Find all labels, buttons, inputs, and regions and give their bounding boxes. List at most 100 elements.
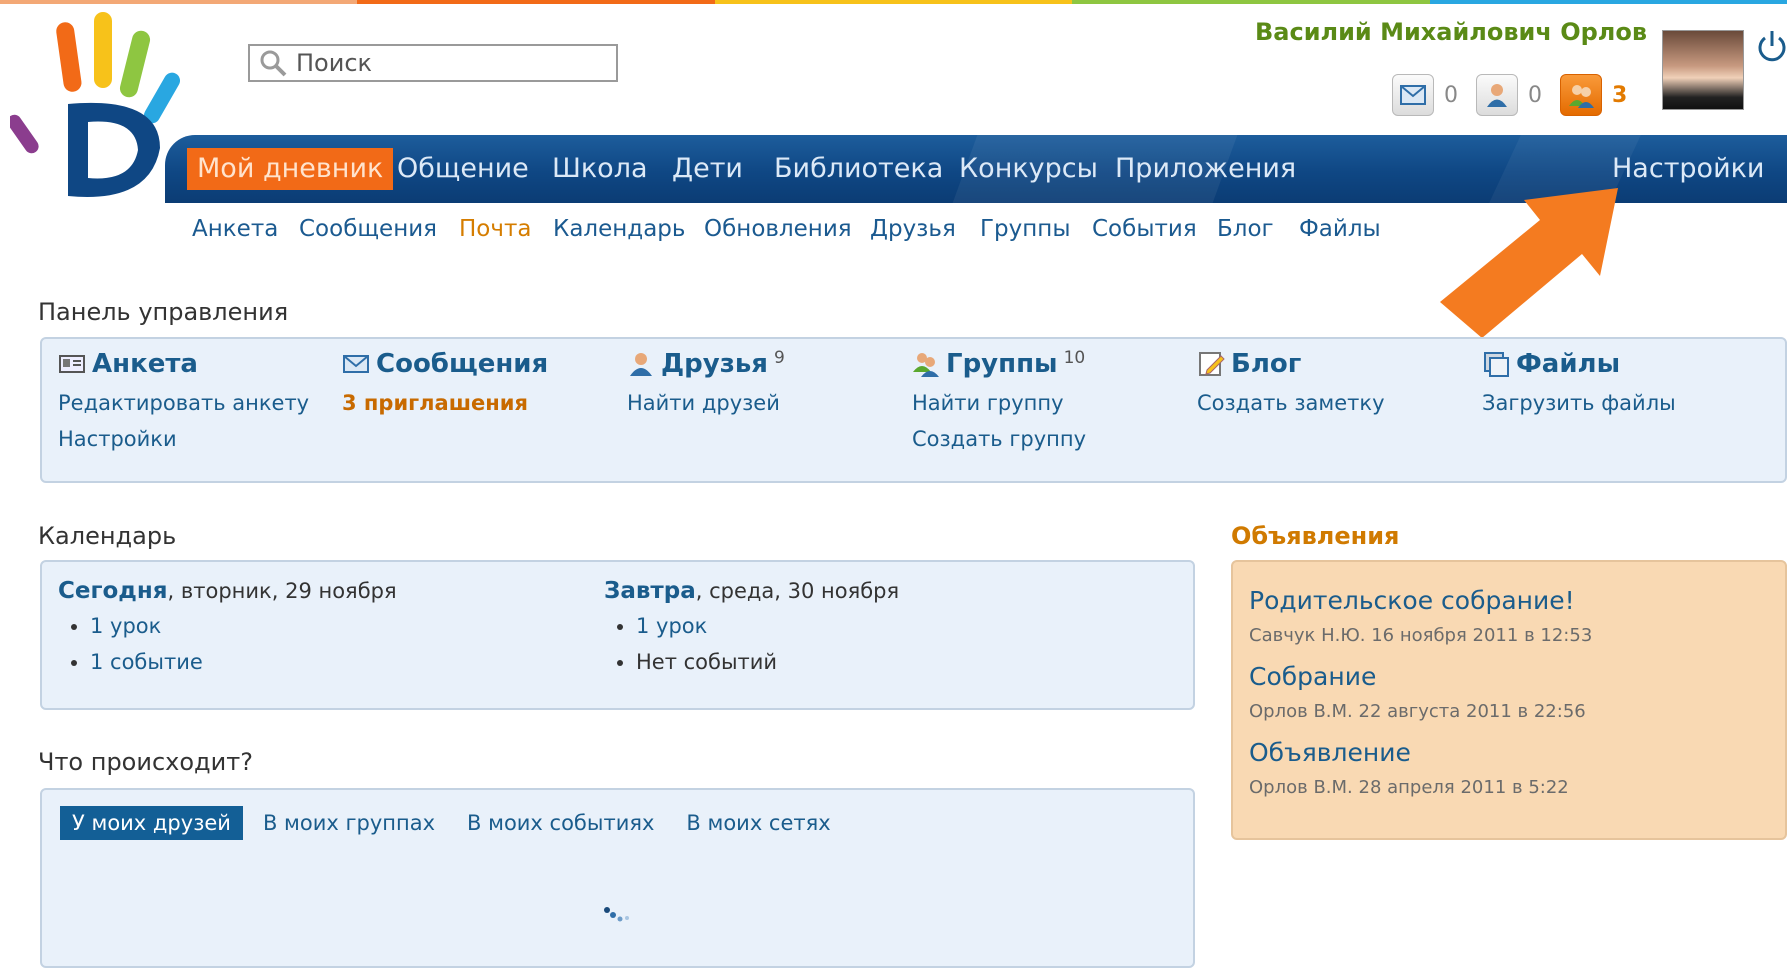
tab-my-groups[interactable]: В моих группах (263, 806, 435, 840)
envelope-icon (343, 355, 369, 373)
ad-item: Родительское собрание! Савчук Н.Ю. 16 но… (1249, 586, 1592, 646)
today-lessons-link[interactable]: 1 урок (90, 614, 161, 638)
create-group-link[interactable]: Создать группу (912, 427, 1086, 451)
tab-my-networks[interactable]: В моих сетях (686, 806, 830, 840)
cp-messages-title: Сообщения (376, 349, 549, 379)
subnav-updates[interactable]: Обновления (704, 216, 852, 242)
user-name[interactable]: Василий Михайлович Орлов (1255, 18, 1647, 46)
cp-blog-heading[interactable]: Блог (1197, 349, 1385, 379)
cp-profile-title: Анкета (92, 349, 198, 379)
today-events-link[interactable]: 1 событие (90, 650, 203, 674)
whats-up-panel: У моих друзей В моих группах В моих собы… (40, 788, 1195, 968)
cp-profile-heading[interactable]: Анкета (58, 349, 309, 379)
orange-arrow-annotation (1440, 188, 1618, 338)
cp-messages-column: Сообщения 3 приглашения (342, 349, 548, 415)
whats-up-tabs: У моих друзей В моих группах В моих собы… (60, 806, 863, 840)
cp-files-column: Файлы Загрузить файлы (1482, 349, 1676, 415)
calendar-title: Календарь (38, 522, 177, 550)
ad-title-link[interactable]: Родительское собрание! (1249, 586, 1592, 615)
create-note-link[interactable]: Создать заметку (1197, 391, 1385, 415)
top-color-strip (0, 0, 1787, 4)
ad-meta: Орлов В.М. 28 апреля 2011 в 5:22 (1249, 777, 1569, 798)
subnav-messages[interactable]: Сообщения (299, 216, 437, 242)
cp-files-heading[interactable]: Файлы (1482, 349, 1676, 379)
cp-groups-title: Группы (946, 349, 1058, 379)
friends-icon[interactable] (1560, 74, 1602, 116)
invites-count: 0 (1528, 82, 1542, 108)
groups-count: 10 (1063, 348, 1086, 368)
cp-files-title: Файлы (1516, 349, 1621, 379)
tomorrow-lessons-link[interactable]: 1 урок (636, 614, 707, 638)
nav-my-diary[interactable]: Мой дневник (187, 148, 394, 190)
tomorrow-date: , среда, 30 ноября (695, 579, 900, 603)
strip-segment (357, 0, 715, 4)
nav-contests[interactable]: Конкурсы (959, 148, 1098, 190)
dnevnik-hand-logo-icon[interactable] (10, 8, 180, 208)
notification-counters: 0 0 3 (1392, 74, 1635, 116)
nav-children[interactable]: Дети (672, 148, 743, 190)
friends-count: 9 (773, 348, 785, 368)
subnav-files[interactable]: Файлы (1299, 216, 1381, 242)
search-input[interactable] (294, 48, 598, 78)
cp-friends-heading[interactable]: Друзья 9 (627, 348, 785, 379)
find-friends-link[interactable]: Найти друзей (627, 391, 785, 415)
subnav-blog[interactable]: Блог (1217, 216, 1274, 242)
nav-communication[interactable]: Общение (397, 148, 529, 190)
ad-meta: Савчук Н.Ю. 16 ноября 2011 в 12:53 (1249, 625, 1593, 646)
cp-friends-title: Друзья (661, 349, 768, 379)
person-icon[interactable] (1476, 74, 1518, 116)
friend-requests-count: 3 (1612, 82, 1628, 108)
subnav-profile[interactable]: Анкета (192, 216, 278, 242)
nav-applications[interactable]: Приложения (1115, 148, 1296, 190)
list-item: Нет событий (636, 650, 899, 674)
whats-up-title: Что происходит? (38, 748, 253, 776)
user-avatar[interactable] (1662, 30, 1744, 110)
search-box[interactable] (248, 44, 618, 82)
list-item: 1 событие (90, 650, 397, 674)
subnav-mail[interactable]: Почта (459, 216, 531, 242)
tab-my-events[interactable]: В моих событиях (467, 806, 654, 840)
calendar-tomorrow: Завтра, среда, 30 ноября 1 урок Нет собы… (604, 578, 899, 686)
envelope-icon[interactable] (1392, 74, 1434, 116)
subnav-calendar[interactable]: Календарь (553, 216, 685, 242)
nav-library[interactable]: Библиотека (774, 148, 943, 190)
nav-settings[interactable]: Настройки (1612, 148, 1764, 190)
subnav-friends[interactable]: Друзья (870, 216, 956, 242)
ad-item: Объявление Орлов В.М. 28 апреля 2011 в 5… (1249, 738, 1569, 798)
files-icon (1484, 352, 1509, 377)
ad-item: Собрание Орлов В.М. 22 августа 2011 в 22… (1249, 662, 1586, 722)
group-icon (913, 353, 939, 377)
strip-segment (1072, 0, 1430, 4)
invitations-link[interactable]: 3 приглашения (342, 391, 548, 415)
pencil-note-icon (1199, 352, 1225, 376)
strip-segment (1429, 0, 1787, 4)
edit-profile-link[interactable]: Редактировать анкету (58, 391, 309, 415)
calendar-today: Сегодня, вторник, 29 ноября 1 урок 1 соб… (58, 578, 397, 686)
cp-blog-title: Блог (1231, 349, 1302, 379)
today-label[interactable]: Сегодня (58, 578, 168, 604)
cp-friends-column: Друзья 9 Найти друзей (627, 348, 785, 415)
list-item: 1 урок (636, 614, 899, 638)
tab-my-friends[interactable]: У моих друзей (60, 806, 243, 840)
ad-title-link[interactable]: Собрание (1249, 662, 1586, 691)
id-card-icon (59, 355, 85, 373)
cp-groups-column: Группы 10 Найти группу Создать группу (912, 348, 1086, 451)
search-icon (260, 50, 287, 77)
tomorrow-label[interactable]: Завтра (604, 578, 696, 604)
settings-link[interactable]: Настройки (58, 427, 309, 451)
find-group-link[interactable]: Найти группу (912, 391, 1086, 415)
power-icon[interactable] (1755, 28, 1787, 64)
control-panel: Анкета Редактировать анкету Настройки Со… (40, 337, 1787, 483)
nav-school[interactable]: Школа (552, 148, 648, 190)
list-item: 1 урок (90, 614, 397, 638)
ads-panel: Родительское собрание! Савчук Н.Ю. 16 но… (1231, 560, 1787, 840)
ad-title-link[interactable]: Объявление (1249, 738, 1569, 767)
cp-messages-heading[interactable]: Сообщения (342, 349, 548, 379)
subnav-groups[interactable]: Группы (980, 216, 1070, 242)
upload-files-link[interactable]: Загрузить файлы (1482, 391, 1676, 415)
subnav-events[interactable]: События (1092, 216, 1197, 242)
ads-title: Объявления (1231, 522, 1400, 550)
cp-groups-heading[interactable]: Группы 10 (912, 348, 1086, 379)
cp-blog-column: Блог Создать заметку (1197, 349, 1385, 415)
no-events-text: Нет событий (636, 650, 778, 674)
